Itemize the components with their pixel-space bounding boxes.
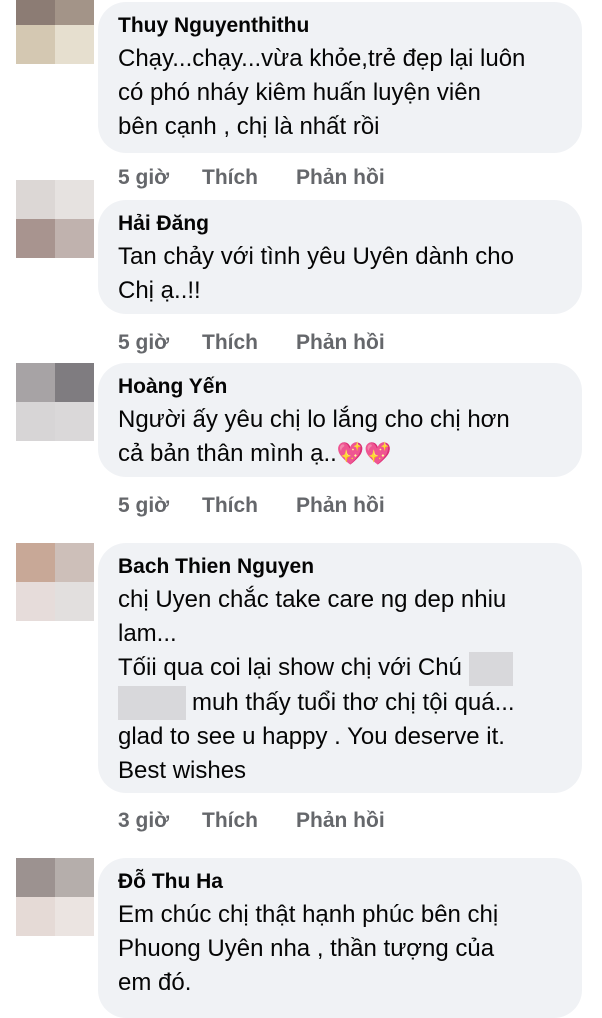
comment-bubble: Bach Thien Nguyen chị Uyen chắc take car… xyxy=(98,543,582,793)
comment-author[interactable]: Bach Thien Nguyen xyxy=(118,554,562,580)
avatar[interactable] xyxy=(16,363,94,441)
comment-text: muh thấy tuổi thơ chị tội quá... xyxy=(192,688,515,716)
comment-text-line: muh thấy tuổi thơ chị tội quá... xyxy=(118,686,562,721)
comment-text-line: lam... xyxy=(118,620,177,647)
sparkling-heart-emoji: 💖💖 xyxy=(336,441,392,466)
comment-text: Tốii qua coi lại show chị với Chú xyxy=(118,654,462,681)
comment-bubble: Hải Đăng Tan chảy với tình yêu Uyên dành… xyxy=(98,200,582,314)
comment-bubble: Thuy Nguyenthithu Chạy...chạy...vừa khỏe… xyxy=(98,2,582,153)
comment-timestamp[interactable]: 5 giờ xyxy=(118,494,202,518)
avatar[interactable] xyxy=(16,0,94,64)
avatar[interactable] xyxy=(16,180,94,258)
avatar[interactable] xyxy=(16,858,94,936)
comment-timestamp[interactable]: 3 giờ xyxy=(118,809,202,833)
reply-button[interactable]: Phản hồi xyxy=(296,809,385,833)
comment-timestamp[interactable]: 5 giờ xyxy=(118,331,202,355)
redaction-block xyxy=(468,651,513,686)
comment-text-line: Em chúc chị thật hạnh phúc bên chị xyxy=(118,901,499,928)
comment-text-line: Chạy...chạy...vừa khỏe,trẻ đẹp lại luôn xyxy=(118,45,526,72)
comment-actions: 3 giờ Thích Phản hồi xyxy=(118,809,385,833)
reply-button[interactable]: Phản hồi xyxy=(296,494,385,518)
like-button[interactable]: Thích xyxy=(202,331,296,355)
comment-text-line: glad to see u happy . You deserve it. xyxy=(118,723,505,751)
comment-text-line: Tan chảy với tình yêu Uyên dành cho xyxy=(118,243,514,270)
comment-actions: 5 giờ Thích Phản hồi xyxy=(118,494,385,518)
like-button[interactable]: Thích xyxy=(202,809,296,833)
reply-button[interactable]: Phản hồi xyxy=(296,166,385,190)
like-button[interactable]: Thích xyxy=(202,166,296,190)
comment-text-line: Phuong Uyên nha , thần tượng của xyxy=(118,935,495,962)
comment-text: cả bản thân mình ạ.. xyxy=(118,440,337,467)
comment-author[interactable]: Thuy Nguyenthithu xyxy=(118,13,562,39)
comment-text-line: cả bản thân mình ạ..💖💖 xyxy=(118,437,562,471)
comment-text-line: Tốii qua coi lại show chị với Chú xyxy=(118,651,562,686)
comment-timestamp[interactable]: 5 giờ xyxy=(118,166,202,190)
comment-author[interactable]: Hoàng Yến xyxy=(118,374,562,400)
comment-actions: 5 giờ Thích Phản hồi xyxy=(118,166,385,190)
avatar[interactable] xyxy=(16,543,94,621)
comment-text-line: em đó. xyxy=(118,969,192,996)
comment-text-line: có phó nháy kiêm huấn luyện viên xyxy=(118,79,481,106)
reply-button[interactable]: Phản hồi xyxy=(296,331,385,355)
comment-text-line: Best wishes xyxy=(118,757,247,785)
comment-text-line: Chị ạ..!! xyxy=(118,277,201,304)
redaction-block xyxy=(118,686,186,721)
comment-bubble: Hoàng Yến Người ấy yêu chị lo lắng cho c… xyxy=(98,363,582,477)
comment-bubble: Đỗ Thu Ha Em chúc chị thật hạnh phúc bên… xyxy=(98,858,582,1018)
comment-text-line: chị Uyen chắc take care ng dep nhiu xyxy=(118,586,507,613)
comment-text-line: Người ấy yêu chị lo lắng cho chị hơn xyxy=(118,406,510,433)
comment-author[interactable]: Hải Đăng xyxy=(118,211,562,237)
comment-text-line: bên cạnh , chị là nhất rồi xyxy=(118,113,380,140)
like-button[interactable]: Thích xyxy=(202,494,296,518)
comment-actions: 5 giờ Thích Phản hồi xyxy=(118,331,385,355)
comment-author[interactable]: Đỗ Thu Ha xyxy=(118,869,562,895)
